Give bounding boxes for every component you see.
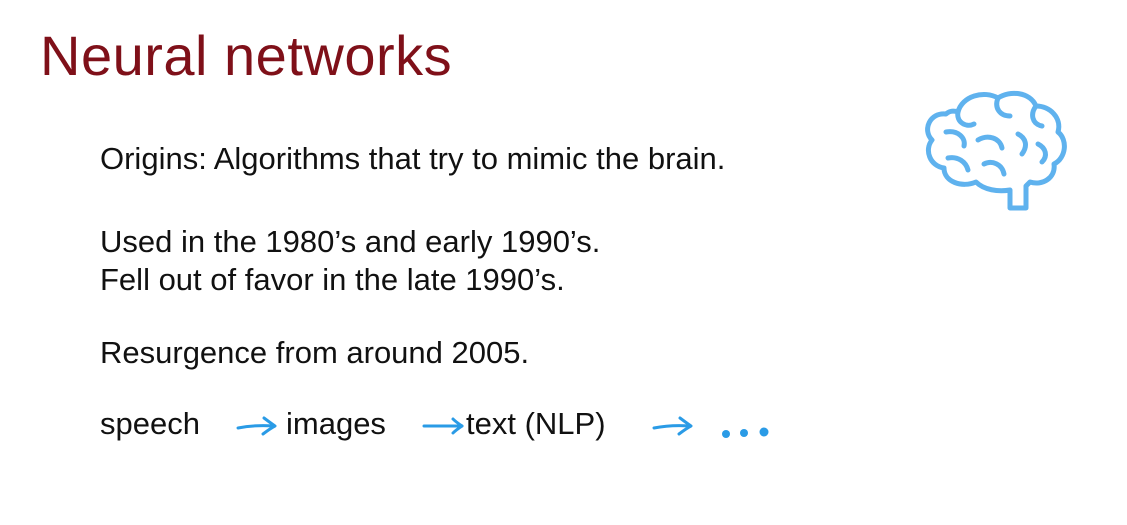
usage-text: Used in the 1980’s and early 1990’s. <box>100 224 601 259</box>
application-flow: speech images text (NLP) <box>100 404 820 448</box>
flow-item-text-nlp: text (NLP) <box>466 406 606 441</box>
flow-item-images: images <box>286 406 386 441</box>
origins-text: Origins: Algorithms that try to mimic th… <box>100 141 726 176</box>
dots-icon <box>722 427 769 438</box>
flow-item-speech: speech <box>100 406 200 441</box>
arrow-right-icon <box>422 417 464 435</box>
resurgence-text: Resurgence from around 2005. <box>100 335 530 370</box>
slide-title: Neural networks <box>40 24 453 87</box>
slide: Neural networks Origins: Algorithms that… <box>0 0 1127 525</box>
arrow-right-icon <box>652 416 693 436</box>
brain-icon <box>925 90 1067 211</box>
arrow-right-icon <box>236 416 277 436</box>
decline-text: Fell out of favor in the late 1990’s. <box>100 262 565 297</box>
